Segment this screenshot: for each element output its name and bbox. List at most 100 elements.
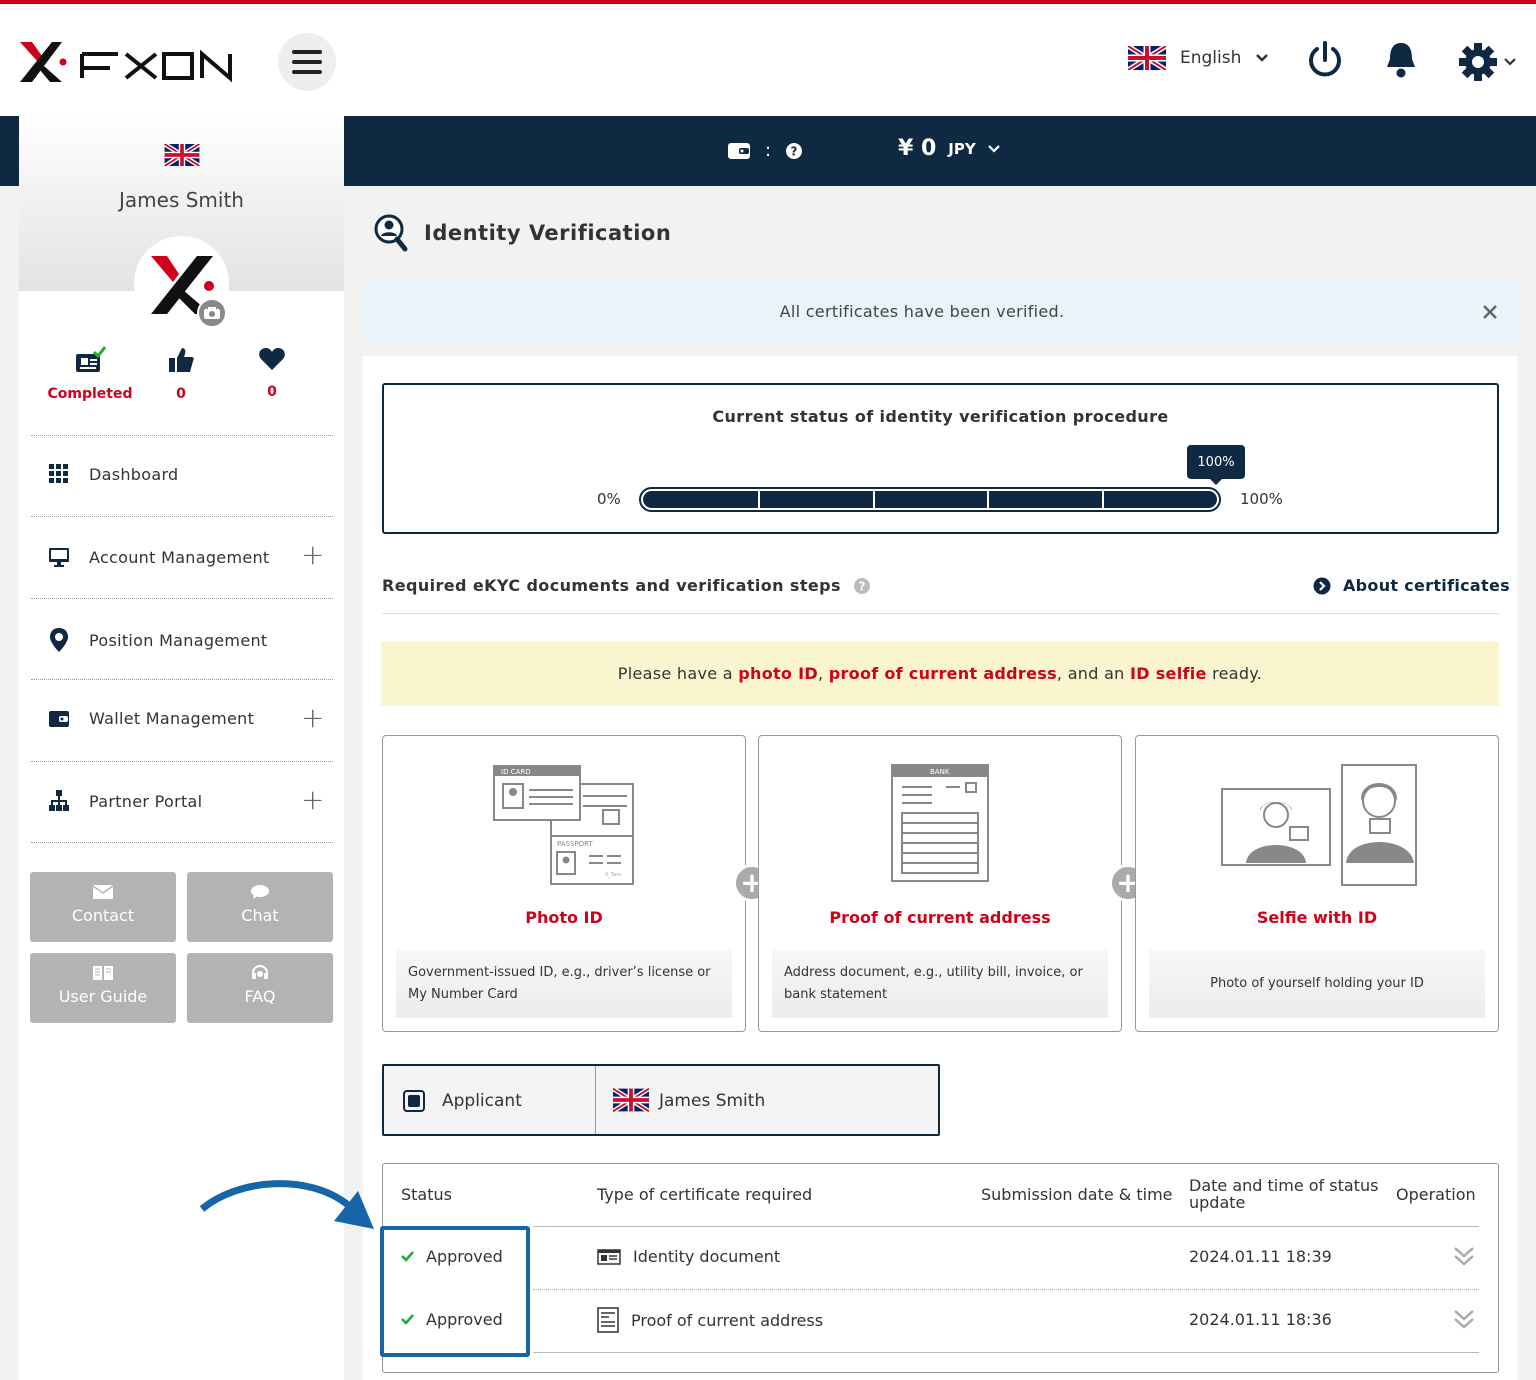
divider bbox=[31, 761, 333, 762]
divider bbox=[31, 435, 333, 436]
uk-flag-icon bbox=[164, 144, 200, 166]
notice-highlight: photo ID bbox=[738, 664, 818, 683]
arrow-annotation-icon bbox=[199, 1180, 374, 1229]
button-label: Contact bbox=[71, 906, 135, 925]
divider bbox=[31, 842, 333, 843]
hamburger-icon bbox=[292, 50, 322, 74]
applicant-label: Applicant bbox=[442, 1091, 522, 1111]
chevron-circle-right-icon bbox=[1313, 577, 1331, 594]
about-certificates-link[interactable]: About certificates bbox=[1313, 576, 1510, 595]
language-label: English bbox=[1180, 48, 1242, 68]
progress-tooltip: 100% bbox=[1187, 445, 1245, 485]
progress-fill bbox=[643, 491, 1217, 508]
gear-icon bbox=[1459, 43, 1497, 81]
illustration-text: PASSPORT bbox=[557, 840, 594, 848]
wallet-icon bbox=[728, 142, 750, 159]
help-icon[interactable]: ? bbox=[853, 577, 871, 595]
notice-text: , bbox=[817, 664, 829, 683]
monitor-icon bbox=[49, 548, 69, 567]
doc-title: Photo ID bbox=[525, 908, 603, 927]
column-header-updated: Date and time of status update bbox=[1189, 1176, 1379, 1212]
id-card-icon bbox=[597, 1248, 621, 1265]
favorites-stat[interactable]: 0 bbox=[217, 346, 327, 400]
headset-icon bbox=[252, 965, 268, 979]
button-label: FAQ bbox=[244, 987, 276, 1006]
change-photo-button[interactable] bbox=[197, 298, 227, 328]
double-chevron-down-icon[interactable] bbox=[1452, 1308, 1476, 1330]
column-header-status: Status bbox=[401, 1185, 452, 1204]
type-text: Identity document bbox=[633, 1247, 781, 1266]
certificate-type: Identity document bbox=[597, 1247, 780, 1266]
doc-title: Selfie with ID bbox=[1256, 908, 1378, 927]
power-icon[interactable] bbox=[1306, 40, 1344, 80]
map-pin-icon bbox=[50, 628, 68, 652]
fxon-logo[interactable] bbox=[18, 38, 238, 84]
sidebar-item-account-management[interactable]: Account Management bbox=[47, 546, 270, 568]
menu-toggle-button[interactable] bbox=[278, 33, 336, 91]
expand-account-management-button[interactable]: + bbox=[301, 541, 324, 569]
doc-description: Government-issued ID, e.g., driver’s lic… bbox=[396, 950, 732, 1018]
divider bbox=[533, 1352, 1479, 1353]
certificate-type: Proof of current address bbox=[597, 1307, 823, 1333]
progress-max-label: 100% bbox=[1240, 490, 1283, 508]
chat-bubble-icon bbox=[251, 885, 269, 899]
double-chevron-down-icon[interactable] bbox=[1452, 1245, 1476, 1267]
user-guide-button[interactable]: User Guide bbox=[30, 953, 176, 1023]
camera-icon bbox=[204, 307, 220, 319]
applicant-radio[interactable] bbox=[403, 1090, 425, 1112]
success-alert: All certificates have been verified. bbox=[363, 280, 1517, 344]
close-icon[interactable] bbox=[1482, 304, 1498, 320]
doc-title: Proof of current address bbox=[829, 908, 1051, 927]
help-icon[interactable]: ? bbox=[785, 142, 803, 160]
sidebar-item-wallet-management[interactable]: Wallet Management bbox=[47, 709, 254, 728]
expand-partner-portal-button[interactable]: + bbox=[301, 786, 324, 814]
documents-notice: Please have a photo ID, proof of current… bbox=[381, 642, 1499, 706]
sidebar-item-position-management[interactable]: Position Management bbox=[47, 627, 267, 653]
doc-card-photo-id: ID CARD PASSPORT X_Taro Photo ID Governm… bbox=[382, 735, 746, 1032]
divider bbox=[31, 679, 333, 680]
doc-card-proof-of-address: BANK Proof of current address Address do… bbox=[758, 735, 1122, 1032]
uk-flag-icon bbox=[1128, 46, 1166, 70]
link-label: About certificates bbox=[1343, 576, 1510, 595]
settings-menu[interactable] bbox=[1458, 42, 1516, 82]
document-icon bbox=[597, 1307, 619, 1333]
magnifier-person-icon bbox=[374, 214, 408, 252]
svg-text:?: ? bbox=[858, 579, 865, 593]
svg-text:?: ? bbox=[791, 144, 798, 158]
sidebar-item-partner-portal[interactable]: Partner Portal bbox=[47, 790, 202, 812]
applicant-selector[interactable]: Applicant James Smith bbox=[382, 1064, 940, 1136]
column-header-operation: Operation bbox=[1396, 1185, 1476, 1204]
doc-description: Photo of yourself holding your ID bbox=[1149, 950, 1485, 1018]
notice-text: Please have a bbox=[617, 664, 739, 683]
id-card-passport-illustration: ID CARD PASSPORT X_Taro bbox=[493, 765, 634, 885]
sidebar-item-dashboard[interactable]: Dashboard bbox=[47, 464, 179, 484]
notice-text: ready. bbox=[1206, 664, 1263, 683]
expand-wallet-management-button[interactable]: + bbox=[301, 704, 324, 732]
bank-statement-illustration: BANK bbox=[891, 764, 989, 882]
divider bbox=[382, 613, 1499, 614]
docs-heading-row: Required eKYC documents and verification… bbox=[382, 576, 871, 595]
doc-description: Address document, e.g., utility bill, in… bbox=[772, 950, 1108, 1018]
bell-icon[interactable] bbox=[1383, 40, 1419, 80]
illustration-text: X_Taro bbox=[605, 872, 621, 878]
divider bbox=[533, 1289, 1479, 1290]
divider bbox=[31, 598, 333, 599]
progress-min-label: 0% bbox=[597, 490, 621, 508]
currency-selector[interactable]: ¥ 0 JPY bbox=[898, 136, 1000, 161]
chat-button[interactable]: Chat bbox=[187, 872, 333, 942]
doc-card-selfie: Selfie with ID Photo of yourself holding… bbox=[1135, 735, 1499, 1032]
envelope-icon bbox=[92, 885, 114, 899]
language-selector[interactable]: English bbox=[1128, 46, 1269, 70]
page-title: Identity Verification bbox=[424, 221, 672, 245]
divider bbox=[533, 1226, 1479, 1227]
chevron-down-icon bbox=[1504, 58, 1516, 66]
wallet-separator: : bbox=[765, 140, 772, 161]
status-update-datetime: 2024.01.11 18:36 bbox=[1189, 1310, 1332, 1329]
column-header-type: Type of certificate required bbox=[597, 1185, 813, 1204]
contact-button[interactable]: Contact bbox=[30, 872, 176, 942]
id-card-check-icon bbox=[76, 346, 107, 372]
user-name: James Smith bbox=[119, 188, 244, 212]
faq-button[interactable]: FAQ bbox=[187, 953, 333, 1023]
progress-title: Current status of identity verification … bbox=[712, 407, 1169, 426]
wallet-icon bbox=[49, 710, 69, 727]
